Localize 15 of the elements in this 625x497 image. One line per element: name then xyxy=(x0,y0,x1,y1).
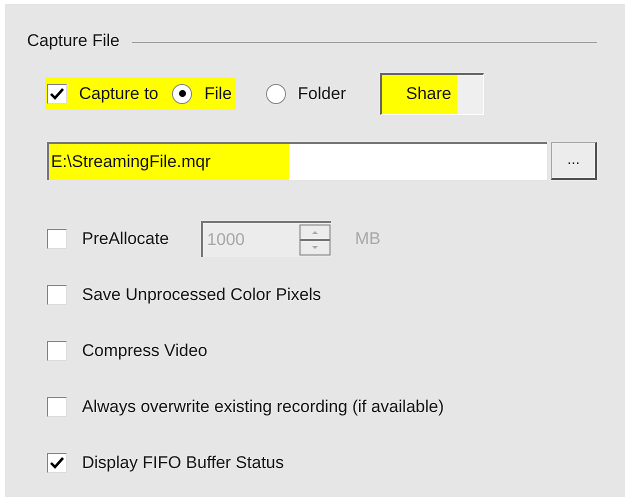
checkbox-label: Display FIFO Buffer Status xyxy=(82,452,284,474)
checkbox-label: Save Unprocessed Color Pixels xyxy=(82,284,322,306)
path-field[interactable]: E:\StreamingFile.mqr xyxy=(47,142,547,180)
checkbox-label: Always overwrite existing recording (if available) xyxy=(82,396,444,418)
group-title: Capture File xyxy=(27,30,120,52)
checkbox-label: Compress Video xyxy=(82,340,208,362)
browse-button[interactable]: ... xyxy=(551,142,597,180)
radio-label: Folder xyxy=(298,82,346,105)
spinner-value: 1000 xyxy=(206,228,245,251)
radio-label: File xyxy=(204,82,232,105)
path-value: E:\StreamingFile.mqr xyxy=(49,144,289,180)
share-button[interactable]: Share xyxy=(380,72,484,114)
checkbox-label: PreAllocate xyxy=(82,228,169,250)
checkbox-label: Capture to xyxy=(79,82,158,105)
unit-label: MB xyxy=(354,228,380,250)
